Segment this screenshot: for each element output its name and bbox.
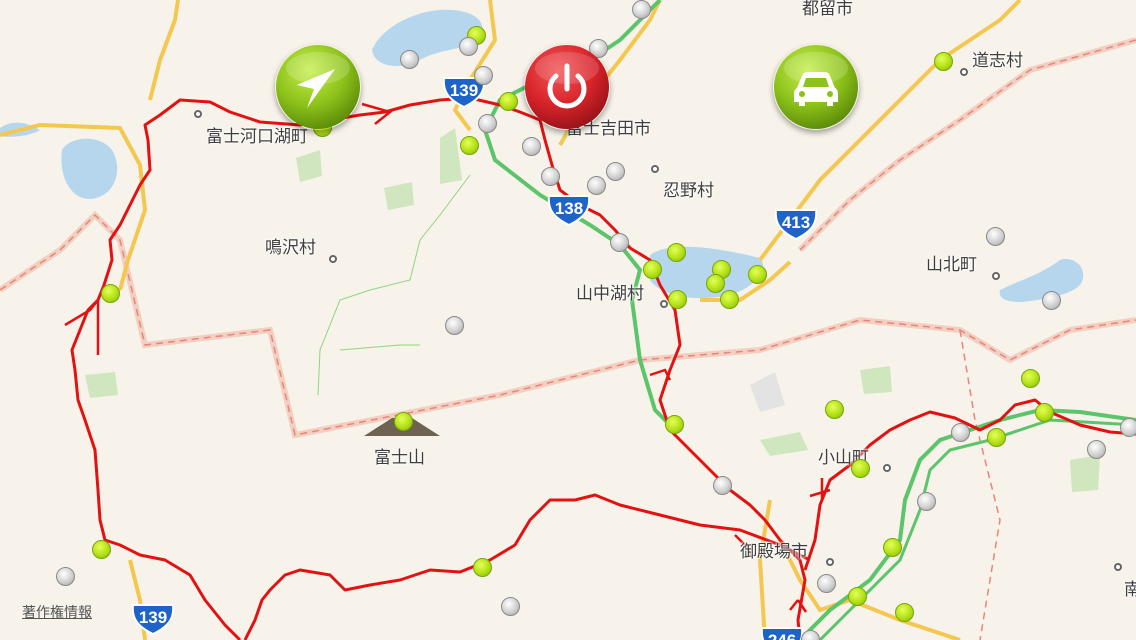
green-pin[interactable] [987,428,1006,447]
green-pin[interactable] [883,538,902,557]
gray-pin[interactable] [1120,418,1136,437]
place-label-fujisan: 富士山 [374,448,425,468]
location-arrow-icon [276,45,360,129]
gray-pin[interactable] [474,66,493,85]
gray-pin[interactable] [501,597,520,616]
gray-pin[interactable] [713,476,732,495]
place-label-yamanakako: 山中湖村 [576,284,644,304]
place-label-yamakita: 山北町 [926,255,977,275]
green-pin[interactable] [720,290,739,309]
gray-pin[interactable] [951,423,970,442]
route-shield-413: 413 [773,208,819,240]
gray-pin[interactable] [917,492,936,511]
gray-pin[interactable] [445,316,464,335]
place-label-oshino: 忍野村 [663,181,714,201]
green-pin[interactable] [643,260,662,279]
town-dot-doshi [960,68,968,76]
gray-pin[interactable] [56,567,75,586]
green-pin[interactable] [706,274,725,293]
gray-pin[interactable] [541,167,560,186]
green-pin[interactable] [92,540,111,559]
route-shield-138: 138 [546,194,592,226]
green-pin[interactable] [851,459,870,478]
gray-pin[interactable] [1087,440,1106,459]
gray-pin[interactable] [610,233,629,252]
gray-pin[interactable] [400,50,419,69]
place-label-gotemba: 御殿場市 [740,542,808,562]
green-pin[interactable] [668,290,687,309]
route-shield-246: 246 [759,626,805,640]
green-pin[interactable] [848,587,867,606]
green-pin[interactable] [667,243,686,262]
green-pin[interactable] [1021,369,1040,388]
gray-pin[interactable] [986,227,1005,246]
green-pin[interactable] [748,265,767,284]
car-mode-button[interactable] [773,44,859,130]
green-pin[interactable] [665,415,684,434]
copyright-link[interactable]: 著作権情報 [22,602,92,622]
green-pin[interactable] [934,52,953,71]
gray-pin[interactable] [478,114,497,133]
town-dot-oyama [883,464,891,472]
place-label-narusawa: 鳴沢村 [265,238,316,258]
green-pin[interactable] [825,400,844,419]
green-pin[interactable] [473,558,492,577]
place-label-minami: 南 [1124,580,1136,600]
green-pin[interactable] [895,603,914,622]
map-view[interactable]: 都留市 道志村 富士河口湖町 富士吉田市 忍野村 鳴沢村 山中湖村 山北町 富士… [0,0,1136,640]
place-label-doshi: 道志村 [972,51,1023,71]
town-dot-narusawa [329,255,337,263]
car-icon [774,45,858,129]
gray-pin[interactable] [606,162,625,181]
gray-pin[interactable] [459,37,478,56]
town-dot-yamanakako [660,300,668,308]
town-dot-oshino [651,165,659,173]
town-dot-minami [1114,563,1122,571]
gray-pin[interactable] [632,0,651,19]
locate-button[interactable] [275,44,361,130]
gray-pin[interactable] [587,176,606,195]
green-pin[interactable] [499,92,518,111]
power-button[interactable] [524,44,610,130]
green-pin[interactable] [101,284,120,303]
place-label-tsuru: 都留市 [802,0,853,19]
power-icon [525,45,609,129]
town-dot-fujikawaguchiko [194,110,202,118]
route-shield-139-south: 139 [130,603,176,635]
gray-pin[interactable] [817,574,836,593]
town-dot-gotemba [826,558,834,566]
gray-pin[interactable] [522,137,541,156]
green-pin[interactable] [1035,403,1054,422]
gray-pin[interactable] [1042,291,1061,310]
green-pin[interactable] [394,412,413,431]
green-pin[interactable] [460,136,479,155]
town-dot-yamakita [992,272,1000,280]
